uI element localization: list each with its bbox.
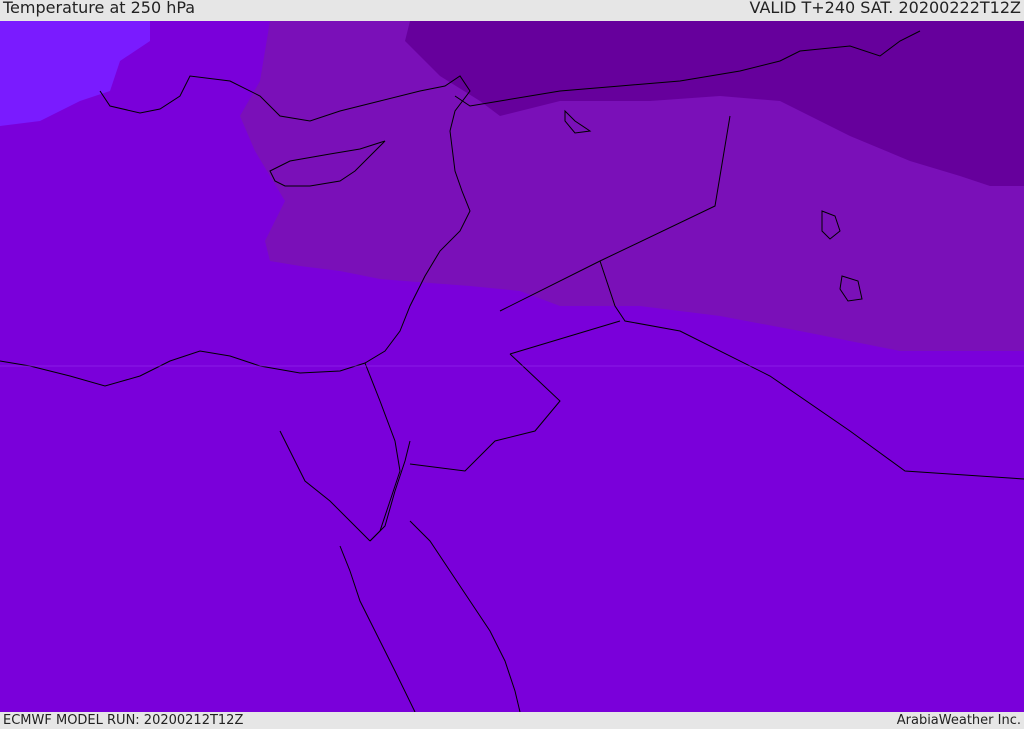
map-canvas — [0, 21, 1024, 712]
credit: ArabiaWeather Inc. — [896, 713, 1021, 728]
valid-time: VALID T+240 SAT. 20200222T12Z — [749, 0, 1021, 17]
weather-map[interactable] — [0, 21, 1024, 712]
model-run: ECMWF MODEL RUN: 20200212T12Z — [3, 713, 244, 728]
map-title: Temperature at 250 hPa — [3, 0, 196, 17]
footer-bar: ECMWF MODEL RUN: 20200212T12Z ArabiaWeat… — [0, 712, 1024, 729]
header-bar: Temperature at 250 hPa VALID T+240 SAT. … — [0, 0, 1024, 21]
